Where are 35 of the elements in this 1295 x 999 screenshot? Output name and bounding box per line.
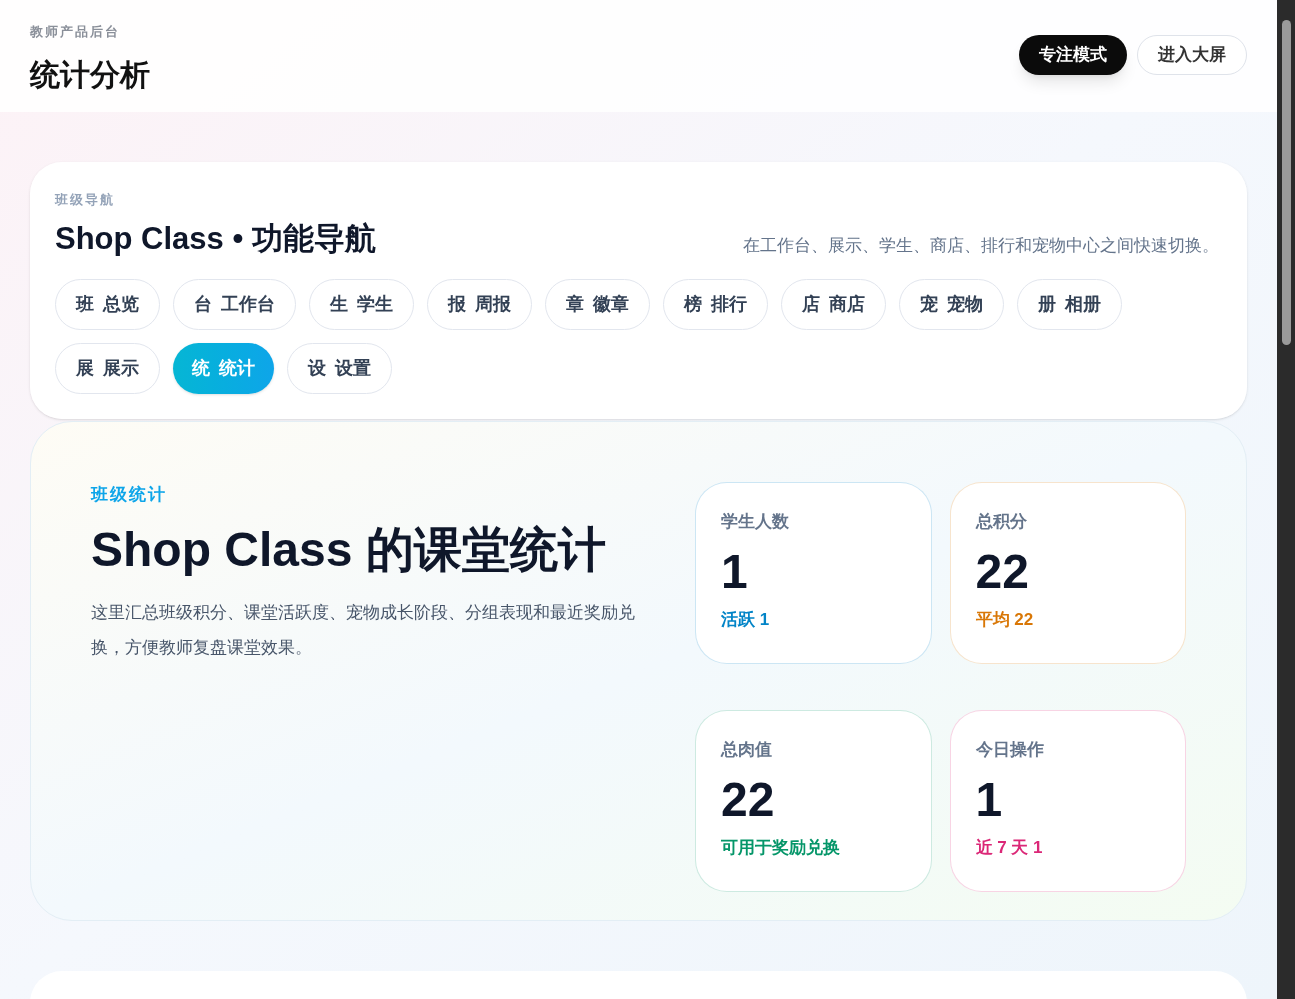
big-screen-button[interactable]: 进入大屏	[1137, 35, 1247, 75]
stat-note: 近 7 天 1	[975, 837, 1044, 859]
page-eyebrow: 教师产品后台	[30, 23, 121, 41]
stat-note: 平均 22	[975, 609, 1035, 631]
nav-title: Shop Class • 功能导航	[55, 219, 376, 257]
stat-note: 活跃 1	[721, 609, 771, 631]
stat-label: 学生人数	[721, 510, 790, 533]
nav-tab[interactable]: 台 工作台	[173, 278, 296, 330]
nav-eyebrow: 班级导航	[55, 191, 116, 209]
scrollbar-thumb[interactable]	[1281, 20, 1291, 345]
nav-tab[interactable]: 册 相册	[1017, 278, 1122, 330]
stat-value: 22	[721, 774, 776, 827]
nav-tab[interactable]: 班 总览	[55, 278, 160, 330]
nav-description: 在工作台、展示、学生、商店、排行和宠物中心之间快速切换。	[743, 235, 1219, 258]
page-title: 统计分析	[30, 56, 150, 93]
nav-tab[interactable]: 设 设置	[287, 342, 392, 394]
nav-tab[interactable]: 生 学生	[309, 278, 414, 330]
stat-value: 22	[975, 546, 1030, 599]
stat-note: 可用于奖励兑换	[721, 837, 841, 859]
stat-label: 今日操作	[975, 738, 1045, 761]
hero-eyebrow: 班级统计	[91, 483, 168, 506]
stat-label: 总肉值	[721, 738, 773, 761]
hero-title: Shop Class 的课堂统计	[91, 522, 607, 579]
nav-tab[interactable]: 展 展示	[55, 342, 160, 394]
scrollbar[interactable]	[1277, 0, 1295, 999]
nav-tab[interactable]: 店 商店	[781, 278, 886, 330]
hero-description: 这里汇总班级积分、课堂活跃度、宠物成长阶段、分组表现和最近奖励兑换，方便教师复盘课堂效果。	[91, 601, 636, 659]
nav-tab[interactable]: 宠 宠物	[899, 278, 1004, 330]
nav-tab[interactable]: 报 周报	[427, 278, 532, 330]
focus-mode-button[interactable]: 专注模式	[1019, 35, 1127, 75]
stat-label: 总积分	[975, 510, 1028, 533]
nav-tab[interactable]: 榜 排行	[663, 278, 768, 330]
nav-tab[interactable]: 章 徽章	[545, 278, 650, 330]
stat-value: 1	[721, 546, 749, 599]
stat-value: 1	[975, 774, 1004, 827]
